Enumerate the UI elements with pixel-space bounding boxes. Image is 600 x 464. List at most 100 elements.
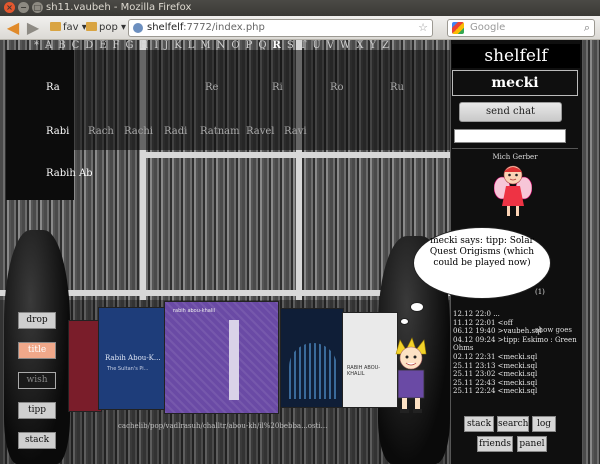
chat-log-line: 25.11 23:02 <mecki.sql xyxy=(453,370,538,379)
window-title: sh11.vaubeh - Mozilla Firefox xyxy=(46,2,192,13)
folder-icon xyxy=(86,22,97,31)
album-cover-title: rabih abou-khalil xyxy=(173,308,216,314)
artist-prefix-ri[interactable]: Ri xyxy=(272,82,283,93)
album-cover-art xyxy=(289,343,337,399)
chat-log-line: 25.11 23:13 <mecki.sql xyxy=(453,361,538,370)
alphabet-letter[interactable]: U xyxy=(312,40,320,51)
bookmark-folder-pop[interactable]: pop ▾ xyxy=(86,21,126,35)
artist-prefix-ro[interactable]: Ro xyxy=(330,82,344,93)
artist-prefix-ratnam[interactable]: Ratnam xyxy=(200,126,240,137)
thought-puff xyxy=(400,318,409,325)
url-path: :7772/index.php xyxy=(183,22,265,33)
browser-toolbar: ◀ ▶ fav ▾ pop ▾ shelfelf:7772/index.php … xyxy=(0,16,600,40)
panel-log-button[interactable]: log xyxy=(532,416,556,432)
thought-puff xyxy=(410,302,424,312)
chat-input[interactable] xyxy=(454,129,566,143)
alphabet-letter[interactable]: T xyxy=(300,40,307,51)
divider xyxy=(452,148,578,149)
search-input[interactable]: Google ⌕ xyxy=(447,19,595,37)
artist-rabih-ab[interactable]: Rabih Ab xyxy=(46,168,93,179)
album-cover-title: Rabih Abou-K... xyxy=(105,354,161,362)
google-icon[interactable] xyxy=(452,22,464,34)
artist-prefix-rachi[interactable]: Rachi xyxy=(124,126,153,137)
url-bar[interactable]: shelfelf:7772/index.php ☆ xyxy=(128,19,433,37)
alphabet-letter[interactable]: M xyxy=(200,40,210,51)
cover-path-text: cachelib/pop/vadlrasuh/challtr/abou-kh/i… xyxy=(118,422,328,430)
send-chat-button[interactable]: send chat xyxy=(459,102,562,122)
chat-log: 12.12 22:0 ... 11.12 22:01 <off 06.12 19:4… xyxy=(453,310,578,410)
fairy-avatar-icon[interactable] xyxy=(494,162,532,220)
alphabet-letter[interactable]: S xyxy=(287,40,294,51)
alphabet-letter[interactable]: O xyxy=(231,40,239,51)
album-cover[interactable] xyxy=(68,320,102,412)
artist-prefix-re[interactable]: Re xyxy=(205,82,218,93)
artist-prefix-radi[interactable]: Radi xyxy=(164,126,187,137)
alphabet-letter[interactable]: F xyxy=(113,40,120,51)
alphabet-letter[interactable]: L xyxy=(188,40,195,51)
wish-button[interactable]: wish xyxy=(18,372,56,389)
panel-search-button[interactable]: search xyxy=(497,416,529,432)
url-host: shelfelf xyxy=(147,22,184,33)
mecki-avatar-icon[interactable] xyxy=(386,336,438,416)
folder-icon xyxy=(50,22,61,31)
forward-arrow-icon[interactable]: ▶ xyxy=(24,19,42,37)
artist-prefix-ravi[interactable]: Ravi xyxy=(284,126,307,137)
chat-log-line: 11.12 22:01 <off xyxy=(453,318,513,327)
alphabet-letter[interactable]: X xyxy=(356,40,363,51)
alphabet-letter[interactable]: E xyxy=(99,40,106,51)
alphabet-letter[interactable]: Q xyxy=(258,40,266,51)
artist-prefix-rach[interactable]: Rach xyxy=(88,126,114,137)
alphabet-letter[interactable]: R xyxy=(273,40,281,51)
search-icon[interactable]: ⌕ xyxy=(584,20,590,36)
alphabet-letter[interactable]: D xyxy=(85,40,93,51)
window-titlebar: × − □ sh11.vaubeh - Mozilla Firefox xyxy=(0,0,600,16)
alphabet-letter[interactable]: Z xyxy=(382,40,389,51)
alphabet-letter[interactable]: J xyxy=(164,40,168,51)
alphabet-letter[interactable]: V xyxy=(327,40,334,51)
chat-log-line: 12.12 22:0 ... xyxy=(453,310,500,318)
album-cover-selected[interactable]: rabih abou-khalil xyxy=(164,301,279,414)
alphabet-letter[interactable]: W xyxy=(340,40,350,51)
chat-log-line: 02.12 22:31 <mecki.sql xyxy=(453,352,538,361)
bookmark-star-icon[interactable]: ☆ xyxy=(418,20,428,36)
artist-prefix-ra[interactable]: Ra xyxy=(46,82,60,93)
artist-prefix-ravel[interactable]: Ravel xyxy=(246,126,275,137)
chat-log-line: 06.12 19:40 >vaubeh.sql xyxy=(453,327,542,336)
bookmark-folder-fav[interactable]: fav ▾ xyxy=(50,21,87,35)
alphabet-letter[interactable]: N xyxy=(217,40,226,51)
back-arrow-icon[interactable]: ◀ xyxy=(4,19,22,37)
page-content: * A B C D E F G H I J K L M N O P Q R S T U V W X Y Z Ra Re Ri Ro … xyxy=(0,40,600,464)
chat-log-line: 04.12 09:24 >tipp: Eskimo : Green xyxy=(453,335,577,344)
title-button[interactable]: title xyxy=(18,342,56,359)
album-cover[interactable]: Rabih Abou-K... The Sultan's Pi... xyxy=(98,307,168,410)
artist-prefix-rabi[interactable]: Rabi xyxy=(46,126,69,137)
album-cover-art xyxy=(229,320,239,400)
maximize-window-icon[interactable]: □ xyxy=(32,2,43,13)
tipp-button[interactable]: tipp xyxy=(18,402,56,419)
panel-friends-button[interactable]: friends xyxy=(477,436,513,452)
alphabet-letter[interactable]: H xyxy=(140,40,149,51)
drop-button[interactable]: drop xyxy=(18,312,56,329)
alphabet-letter[interactable]: G xyxy=(126,40,134,51)
friend-name[interactable]: Mich Gerber xyxy=(452,153,578,161)
album-cover[interactable] xyxy=(280,308,344,408)
close-window-icon[interactable]: × xyxy=(4,2,15,13)
chat-log-line: 25.11 22:43 <mecki.sql xyxy=(453,378,538,387)
search-placeholder: Google xyxy=(470,22,506,33)
shelf-board xyxy=(140,152,450,158)
user-name[interactable]: mecki xyxy=(452,70,578,96)
chat-log-line: 25.11 22:24 <mecki.sql xyxy=(453,387,538,396)
panel-panel-button[interactable]: panel xyxy=(517,436,547,452)
alphabet-letter[interactable]: Y xyxy=(369,40,376,51)
alphabet-index: * A B C D E F G H I J K L M N O P Q R S T U V W X Y Z xyxy=(34,40,395,51)
alphabet-letter[interactable]: P xyxy=(246,40,253,51)
site-identity-icon[interactable] xyxy=(133,23,143,33)
alphabet-letter[interactable]: I xyxy=(154,40,158,51)
chat-log-line: Ohms xyxy=(453,344,474,353)
stack-button[interactable]: stack xyxy=(18,432,56,449)
alphabet-letter[interactable]: K xyxy=(174,40,181,51)
minimize-window-icon[interactable]: − xyxy=(18,2,29,13)
artist-prefix-ru[interactable]: Ru xyxy=(390,82,404,93)
chevron-down-icon: ▾ xyxy=(121,22,127,33)
panel-stack-button[interactable]: stack xyxy=(464,416,494,432)
